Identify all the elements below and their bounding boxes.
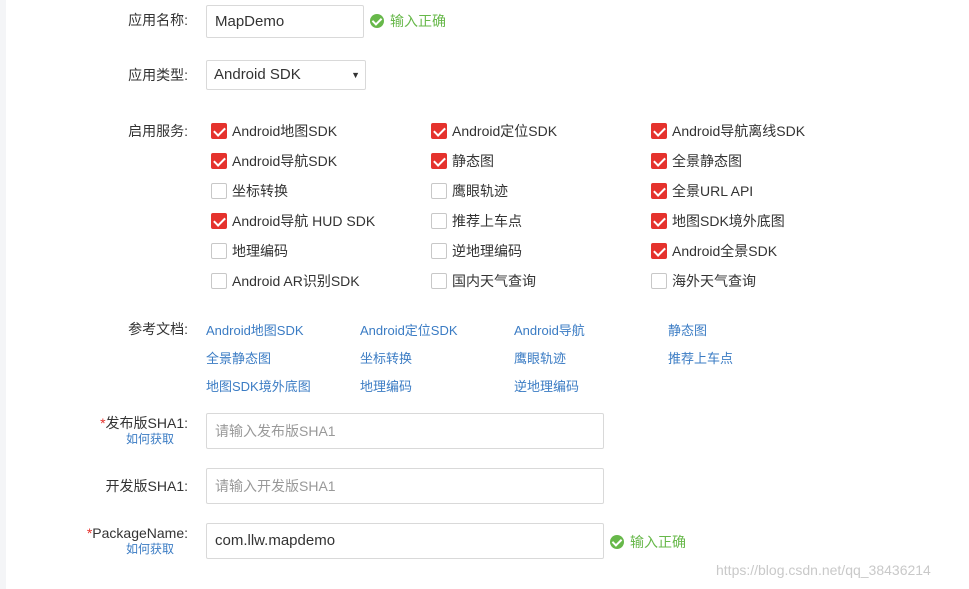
release-sha1-input[interactable]: 请输入发布版SHA1 (206, 413, 604, 449)
service-option-label: 鹰眼轨迹 (452, 183, 508, 199)
service-option[interactable]: 鹰眼轨迹 (431, 181, 508, 201)
checkbox-unchecked-icon[interactable] (431, 273, 447, 289)
service-option[interactable]: Android导航SDK (211, 151, 337, 171)
caret-down-icon: ▼ (351, 70, 360, 80)
service-option[interactable]: 逆地理编码 (431, 241, 522, 261)
checkbox-checked-icon[interactable] (651, 183, 667, 199)
service-option-label: 逆地理编码 (452, 243, 522, 259)
service-option[interactable]: Android导航离线SDK (651, 121, 805, 141)
doc-link[interactable]: Android地图SDK (206, 320, 304, 339)
doc-link[interactable]: 鹰眼轨迹 (514, 348, 566, 367)
app-name-input[interactable]: MapDemo (206, 5, 364, 38)
package-name-valid-status: 输入正确 (610, 532, 686, 552)
service-option-label: Android全景SDK (672, 243, 778, 259)
service-option[interactable]: 全景静态图 (651, 151, 742, 171)
doc-link[interactable]: 全景静态图 (206, 348, 271, 367)
package-name-howto-link[interactable]: 如何获取 (60, 540, 174, 557)
doc-link[interactable]: 静态图 (668, 320, 707, 339)
service-option-label: 静态图 (452, 153, 494, 169)
docs-label: 参考文档: (128, 321, 188, 337)
doc-link[interactable]: 推荐上车点 (668, 348, 733, 367)
checkbox-checked-icon[interactable] (651, 153, 667, 169)
checkbox-unchecked-icon[interactable] (211, 183, 227, 199)
dev-sha1-label: 开发版SHA1: (105, 478, 188, 494)
release-sha1-howto-link[interactable]: 如何获取 (60, 430, 174, 447)
services-label: 启用服务: (128, 123, 188, 139)
doc-link[interactable]: 逆地理编码 (514, 376, 579, 395)
checkbox-checked-icon[interactable] (211, 213, 227, 229)
check-circle-icon (370, 14, 384, 28)
app-type-select[interactable]: Android SDK ▼ (206, 60, 366, 90)
app-name-label: 应用名称: (128, 12, 188, 28)
service-option-label: 海外天气查询 (672, 273, 756, 289)
service-option[interactable]: 海外天气查询 (651, 271, 756, 291)
service-option[interactable]: Android AR识别SDK (211, 271, 360, 291)
service-option[interactable]: 地图SDK境外底图 (651, 211, 785, 231)
checkbox-unchecked-icon[interactable] (651, 273, 667, 289)
check-circle-icon (610, 535, 624, 549)
app-name-valid-text: 输入正确 (390, 13, 446, 29)
service-option[interactable]: Android地图SDK (211, 121, 337, 141)
service-option-label: 国内天气查询 (452, 273, 536, 289)
checkbox-unchecked-icon[interactable] (431, 243, 447, 259)
package-name-input[interactable]: com.llw.mapdemo (206, 523, 604, 559)
checkbox-checked-icon[interactable] (431, 123, 447, 139)
watermark: https://blog.csdn.net/qq_38436214 (716, 562, 931, 578)
release-sha1-label-text: 发布版SHA1: (105, 415, 188, 431)
service-option[interactable]: 推荐上车点 (431, 211, 522, 231)
app-type-label: 应用类型: (128, 67, 188, 83)
service-option-label: Android地图SDK (232, 123, 338, 139)
package-name-label-text: PackageName: (92, 525, 188, 541)
service-option[interactable]: 国内天气查询 (431, 271, 536, 291)
service-option-label: 全景静态图 (672, 153, 742, 169)
checkbox-checked-icon[interactable] (651, 213, 667, 229)
service-option-label: Android导航离线SDK (672, 123, 806, 139)
app-form-page: 应用名称: MapDemo 输入正确 应用类型: Android SDK ▼ 启… (0, 0, 969, 589)
checkbox-unchecked-icon[interactable] (431, 213, 447, 229)
service-option-label: 推荐上车点 (452, 213, 522, 229)
service-option[interactable]: 静态图 (431, 151, 494, 171)
checkbox-checked-icon[interactable] (211, 153, 227, 169)
doc-link[interactable]: 地图SDK境外底图 (206, 376, 311, 395)
service-option[interactable]: Android全景SDK (651, 241, 777, 261)
service-option-label: Android AR识别SDK (232, 273, 360, 289)
service-option[interactable]: 坐标转换 (211, 181, 288, 201)
service-option-label: Android导航 HUD SDK (232, 213, 376, 229)
dev-sha1-input[interactable]: 请输入开发版SHA1 (206, 468, 604, 504)
checkbox-checked-icon[interactable] (211, 123, 227, 139)
service-option-label: Android定位SDK (452, 123, 558, 139)
left-strip (0, 0, 6, 589)
service-option-label: 地理编码 (232, 243, 288, 259)
service-option[interactable]: 地理编码 (211, 241, 288, 261)
app-type-selected-value: Android SDK (214, 66, 301, 83)
checkbox-checked-icon[interactable] (431, 153, 447, 169)
service-option-label: 地图SDK境外底图 (672, 213, 785, 229)
checkbox-unchecked-icon[interactable] (211, 273, 227, 289)
checkbox-unchecked-icon[interactable] (211, 243, 227, 259)
checkbox-unchecked-icon[interactable] (431, 183, 447, 199)
doc-link[interactable]: Android定位SDK (360, 320, 458, 339)
doc-link[interactable]: 坐标转换 (360, 348, 412, 367)
service-option-label: 坐标转换 (232, 183, 288, 199)
service-option-label: 全景URL API (672, 183, 754, 199)
app-name-valid-status: 输入正确 (370, 11, 446, 31)
doc-link[interactable]: Android导航 (514, 320, 585, 339)
service-option[interactable]: Android定位SDK (431, 121, 557, 141)
package-name-valid-text: 输入正确 (630, 534, 686, 550)
service-option-label: Android导航SDK (232, 153, 338, 169)
doc-link[interactable]: 地理编码 (360, 376, 412, 395)
service-option[interactable]: 全景URL API (651, 181, 753, 201)
checkbox-checked-icon[interactable] (651, 243, 667, 259)
service-option[interactable]: Android导航 HUD SDK (211, 211, 375, 231)
checkbox-checked-icon[interactable] (651, 123, 667, 139)
